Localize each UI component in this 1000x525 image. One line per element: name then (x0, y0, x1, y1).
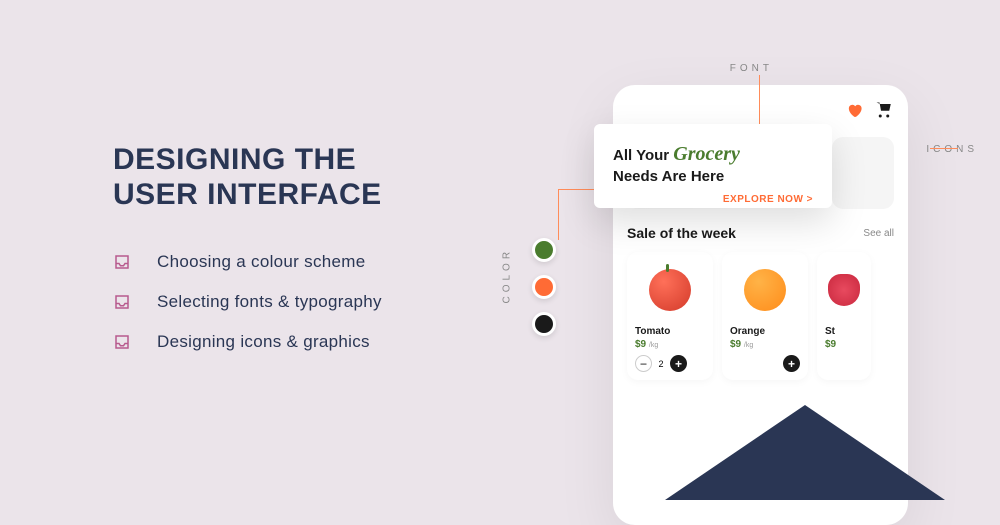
annotation-icons: ICONS (926, 144, 978, 155)
qty-value: 2 (657, 359, 665, 369)
bullet-label: Designing icons & graphics (157, 332, 370, 352)
annotation-color: COLOR (502, 248, 513, 304)
product-image (825, 260, 863, 320)
swatch-black (532, 312, 556, 336)
product-name: St (825, 326, 863, 337)
promo-banner-2[interactable] (832, 137, 894, 209)
heart-icon[interactable] (846, 102, 863, 119)
swatch-orange (532, 275, 556, 299)
explore-link[interactable]: EXPLORE NOW > (613, 194, 813, 205)
product-card[interactable]: Tomato $9 /kg − 2 + (627, 252, 713, 380)
bullet-label: Selecting fonts & typography (157, 292, 382, 312)
callout-heading: All Your Grocery Needs Are Here (613, 141, 813, 187)
color-swatches (532, 238, 556, 336)
product-name: Tomato (635, 326, 705, 337)
list-item: Choosing a colour scheme (113, 252, 382, 272)
product-card[interactable]: St $9 (817, 252, 871, 380)
plus-button[interactable]: + (783, 355, 800, 372)
list-item: Selecting fonts & typography (113, 292, 382, 312)
product-image (730, 260, 800, 320)
annotation-font: FONT (730, 63, 773, 74)
product-image (635, 260, 705, 320)
page-title: DESIGNING THE USER INTERFACE (113, 143, 382, 212)
bullet-label: Choosing a colour scheme (157, 252, 365, 272)
product-price: $9 /kg (635, 339, 705, 350)
product-card[interactable]: Orange $9 /kg + (722, 252, 808, 380)
product-name: Orange (730, 326, 800, 337)
section-title: Sale of the week (627, 225, 736, 241)
minus-button[interactable]: − (635, 355, 652, 372)
headline-callout: All Your Grocery Needs Are Here EXPLORE … (594, 124, 832, 208)
quantity-stepper[interactable]: + (730, 355, 800, 372)
cart-icon[interactable] (875, 101, 893, 119)
see-all-link[interactable]: See all (863, 228, 894, 239)
inbox-icon (113, 333, 131, 351)
decorative-triangle (665, 405, 945, 500)
product-price: $9 /kg (730, 339, 800, 350)
connector-line (930, 148, 958, 149)
list-item: Designing icons & graphics (113, 332, 382, 352)
plus-button[interactable]: + (670, 355, 687, 372)
connector-line (759, 75, 760, 125)
quantity-stepper[interactable]: − 2 + (635, 355, 705, 372)
inbox-icon (113, 253, 131, 271)
bullet-list: Choosing a colour scheme Selecting fonts… (113, 252, 382, 352)
inbox-icon (113, 293, 131, 311)
product-price: $9 (825, 339, 863, 350)
connector-line (558, 189, 559, 240)
swatch-green (532, 238, 556, 262)
